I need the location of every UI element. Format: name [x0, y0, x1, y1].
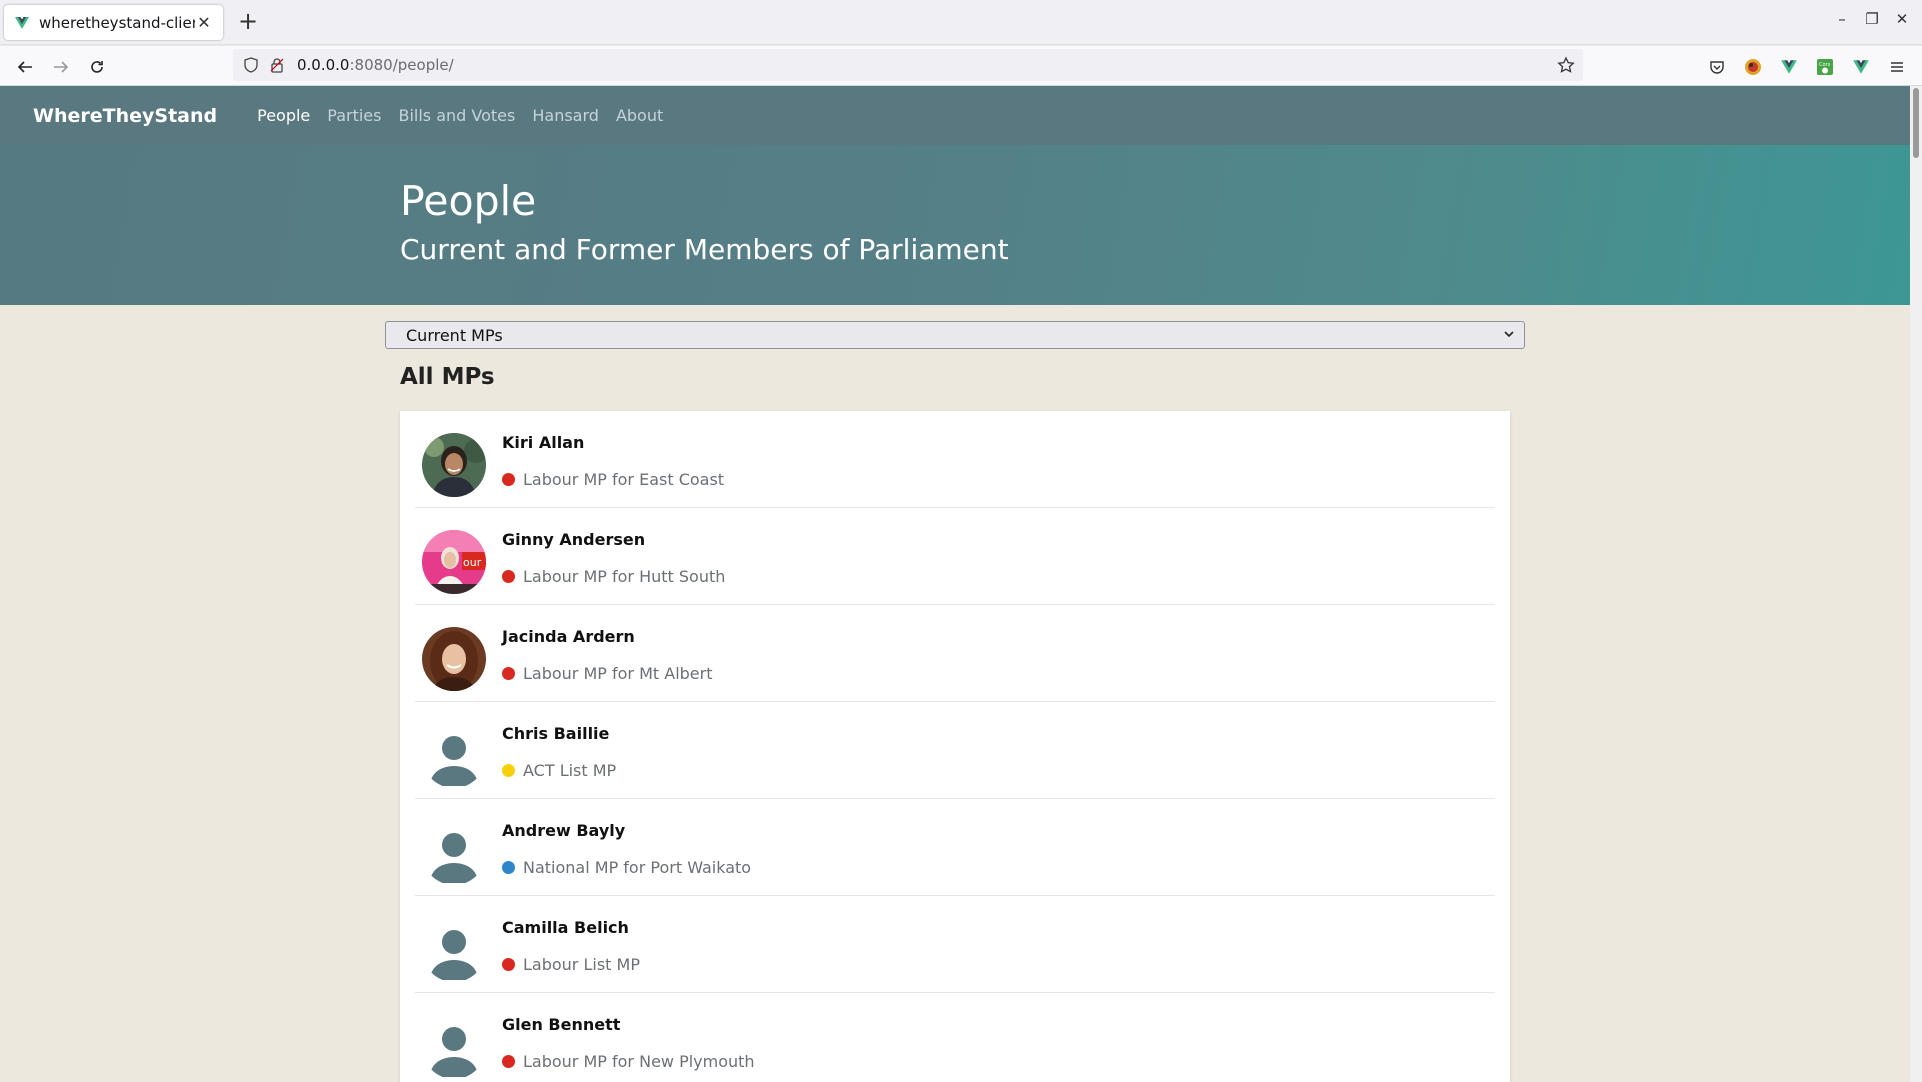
chevron-down-icon: [1504, 331, 1514, 338]
person-placeholder-icon: [422, 1015, 486, 1079]
nav-hansard[interactable]: Hansard: [532, 106, 599, 125]
site-brand[interactable]: WhereTheyStand: [33, 105, 217, 127]
person-placeholder-icon: [422, 918, 486, 982]
forward-icon[interactable]: [48, 54, 74, 80]
mp-name[interactable]: Jacinda Ardern: [502, 627, 635, 646]
close-tab-icon[interactable]: ✕: [195, 13, 213, 32]
mp-name[interactable]: Andrew Bayly: [502, 821, 625, 840]
mp-role-text: Labour MP for New Plymouth: [523, 1052, 755, 1071]
person-placeholder-icon: [422, 724, 486, 788]
mp-name[interactable]: Kiri Allan: [502, 433, 584, 452]
extension-ball-icon[interactable]: [1742, 56, 1764, 78]
mp-role: Labour MP for Hutt South: [502, 567, 725, 586]
mp-name[interactable]: Chris Baillie: [502, 724, 609, 743]
restore-icon[interactable]: ❐: [1860, 10, 1884, 28]
svg-text:our: our: [463, 556, 482, 569]
menu-icon[interactable]: [1886, 56, 1908, 78]
url-bar[interactable]: 0.0.0.0:8080/people/: [233, 49, 1583, 81]
page-scrollbar[interactable]: [1910, 86, 1922, 1082]
mp-list-item[interactable]: Chris Baillie ACT List MP: [415, 702, 1495, 799]
minimize-icon[interactable]: –: [1830, 10, 1854, 28]
pocket-icon[interactable]: [1706, 56, 1728, 78]
page-subtitle: Current and Former Members of Parliament: [400, 233, 1009, 266]
cors-extension-icon[interactable]: Cors: [1814, 56, 1836, 78]
mp-list-item[interactable]: Glen Bennett Labour MP for New Plymouth: [415, 993, 1495, 1082]
url-path: :8080/people/: [349, 56, 454, 74]
mp-role: Labour MP for Mt Albert: [502, 664, 713, 683]
shield-icon: [244, 57, 258, 73]
mp-filter-select[interactable]: Current MPs: [385, 321, 1525, 349]
mp-list-card: Kiri Allan Labour MP for East Coast our …: [400, 411, 1510, 1082]
mp-role-text: Labour MP for East Coast: [523, 470, 725, 489]
mp-role: Labour List MP: [502, 955, 640, 974]
person-placeholder-icon: [422, 821, 486, 885]
mp-role-text: ACT List MP: [523, 761, 617, 780]
new-tab-button[interactable]: +: [234, 8, 262, 36]
hero-banner: People Current and Former Members of Par…: [0, 145, 1910, 305]
mp-role: ACT List MP: [502, 761, 616, 780]
mp-role: Labour MP for New Plymouth: [502, 1052, 755, 1071]
site-navbar: WhereTheyStand People Parties Bills and …: [0, 86, 1910, 145]
mp-role: National MP for Port Waikato: [502, 858, 751, 877]
browser-toolbar: 0.0.0.0:8080/people/ Cors: [0, 46, 1922, 86]
reload-icon[interactable]: [84, 54, 110, 80]
nav-people[interactable]: People: [257, 106, 310, 125]
mp-list-item[interactable]: Kiri Allan Labour MP for East Coast: [415, 411, 1495, 508]
mp-list-item[interactable]: Jacinda Ardern Labour MP for Mt Albert: [415, 605, 1495, 702]
mp-list-item[interactable]: Camilla Belich Labour List MP: [415, 896, 1495, 993]
party-dot-icon: [502, 958, 515, 971]
page-title: People: [400, 177, 537, 225]
bookmark-star-icon[interactable]: [1557, 56, 1575, 74]
mp-role-text: Labour MP for Hutt South: [523, 567, 726, 586]
vue-devtools-2-icon[interactable]: [1850, 56, 1872, 78]
browser-tab-bar: wheretheystand-client ✕ + – ❐ ✕: [0, 0, 1922, 45]
mp-filter-selected: Current MPs: [406, 325, 503, 345]
party-dot-icon: [502, 1055, 515, 1068]
page-viewport: WhereTheyStand People Parties Bills and …: [0, 86, 1910, 1082]
mp-avatar-photo: [422, 433, 486, 497]
window-close-icon[interactable]: ✕: [1890, 10, 1914, 28]
party-dot-icon: [502, 667, 515, 680]
mp-avatar-photo: [422, 627, 486, 691]
mp-list-item[interactable]: Andrew Bayly National MP for Port Waikat…: [415, 799, 1495, 896]
vue-favicon-icon: [15, 16, 29, 29]
nav-about[interactable]: About: [616, 106, 663, 125]
mp-role-text: Labour MP for Mt Albert: [523, 664, 713, 683]
mp-role-text: National MP for Port Waikato: [523, 858, 752, 877]
browser-tab[interactable]: wheretheystand-client ✕: [4, 5, 223, 40]
party-dot-icon: [502, 861, 515, 874]
party-dot-icon: [502, 473, 515, 486]
mp-name[interactable]: Camilla Belich: [502, 918, 629, 937]
mp-role-text: Labour List MP: [523, 955, 640, 974]
mp-list-item[interactable]: our Ginny Andersen Labour MP for Hutt So…: [415, 508, 1495, 605]
mp-name[interactable]: Ginny Andersen: [502, 530, 645, 549]
mp-avatar-photo: our: [422, 530, 486, 594]
mp-role: Labour MP for East Coast: [502, 470, 724, 489]
nav-parties[interactable]: Parties: [327, 106, 381, 125]
svg-text:Cors: Cors: [1819, 62, 1831, 68]
scrollbar-thumb[interactable]: [1913, 88, 1919, 158]
vue-devtools-icon[interactable]: [1778, 56, 1800, 78]
mp-name[interactable]: Glen Bennett: [502, 1015, 620, 1034]
url-host: 0.0.0.0: [297, 56, 350, 74]
back-icon[interactable]: [12, 54, 38, 80]
tab-title: wheretheystand-client: [39, 13, 195, 32]
party-dot-icon: [502, 764, 515, 777]
party-dot-icon: [502, 570, 515, 583]
url-text: 0.0.0.0:8080/people/: [297, 56, 454, 74]
lock-icon: [270, 58, 284, 73]
nav-bills-and-votes[interactable]: Bills and Votes: [398, 106, 515, 125]
section-title: All MPs: [400, 364, 495, 390]
